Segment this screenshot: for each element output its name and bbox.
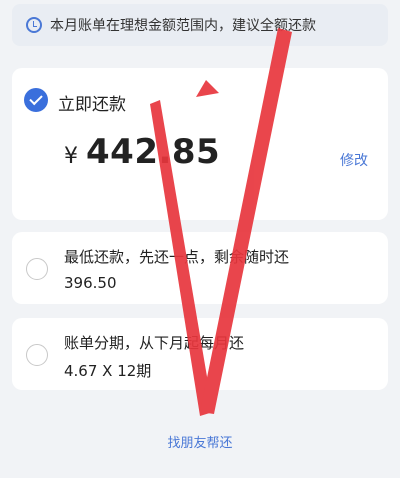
ask-friend-link[interactable]: 找朋友帮还	[0, 432, 400, 451]
unchecked-radio-icon[interactable]	[26, 344, 48, 366]
unchecked-radio-icon[interactable]	[26, 258, 48, 280]
currency-symbol: ¥	[64, 144, 78, 169]
repay-amount: 442.85	[86, 132, 221, 172]
tip-banner: 本月账单在理想金额范围内，建议全额还款	[12, 4, 388, 46]
repay-now-label: 立即还款	[58, 95, 126, 115]
repay-now-card[interactable]: 立即还款 ¥ 442.85 修改	[12, 68, 388, 220]
installment-detail: 4.67 X 12期	[64, 362, 152, 380]
amount-row: ¥ 442.85	[64, 132, 220, 172]
min-repay-label: 最低还款，先还一点，剩余随时还	[64, 248, 290, 266]
checked-radio-icon[interactable]	[24, 88, 48, 112]
min-repay-amount: 396.50	[64, 274, 117, 292]
installment-card[interactable]: 账单分期，从下月起每月还 4.67 X 12期	[12, 318, 388, 390]
min-repay-card[interactable]: 最低还款，先还一点，剩余随时还 396.50	[12, 232, 388, 304]
tip-text: 本月账单在理想金额范围内，建议全额还款	[50, 18, 316, 34]
installment-label: 账单分期，从下月起每月还	[64, 334, 245, 352]
edit-amount-link[interactable]: 修改	[340, 150, 368, 170]
clock-refresh-icon	[26, 17, 42, 33]
